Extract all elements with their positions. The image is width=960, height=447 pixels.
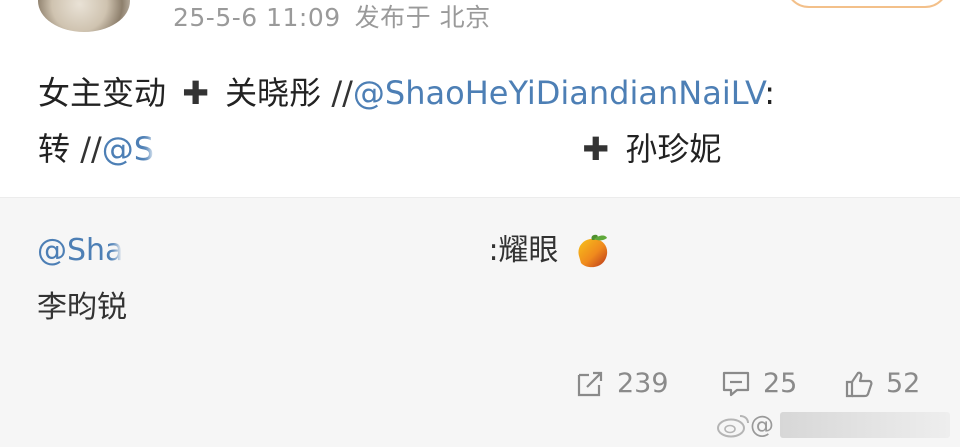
quote-line-1: @Sha :耀眼	[37, 225, 612, 273]
like-button[interactable]: 52	[844, 368, 920, 399]
avatar[interactable]	[38, 0, 130, 32]
text-segment: 女主变动	[38, 74, 167, 112]
text-segment: 关晓彤	[225, 74, 322, 112]
timestamp: 25-5-6 11:09	[173, 3, 341, 32]
post-meta: 25-5-6 11:09 发布于 北京	[173, 0, 491, 34]
mango-icon	[572, 232, 612, 272]
mention-link[interactable]: @ShaoHeYiDiandianNaiLV	[353, 74, 764, 112]
weibo-logo-icon	[717, 415, 749, 438]
post-text-line-2: 转 //@S ✚ 孙珍妮	[38, 124, 721, 171]
watermark-prefix: @	[750, 411, 774, 439]
redaction-mask	[123, 230, 489, 273]
quote-text: :耀眼	[488, 233, 559, 268]
watermark: @	[716, 411, 950, 439]
like-count: 52	[886, 368, 921, 399]
plus-icon: ✚	[182, 74, 209, 112]
action-bar: 239 25 52	[0, 368, 960, 408]
repost-button[interactable]: 239	[575, 368, 669, 399]
redaction-mask	[780, 412, 950, 438]
comment-button[interactable]: 25	[721, 368, 797, 399]
redaction-mask	[156, 131, 567, 171]
mention-link[interactable]: @Sha	[37, 233, 123, 268]
mention-link[interactable]: @S	[102, 130, 154, 168]
plus-icon: ✚	[582, 130, 610, 168]
colon: :	[764, 74, 776, 112]
text-segment: 转	[38, 130, 71, 168]
comment-count: 25	[763, 368, 798, 399]
comment-icon	[722, 371, 750, 396]
text-segment: 孙珍妮	[625, 130, 722, 168]
follow-button[interactable]	[785, 0, 949, 8]
repost-icon	[577, 371, 603, 396]
reposted-content[interactable]: @Sha :耀眼 李昀锐 239 25 52 @	[0, 197, 960, 447]
post-text-line-1: 女主变动 ✚ 关晓彤 //@ShaoHeYiDiandianNaiLV:	[38, 68, 775, 114]
repost-separator: //	[80, 130, 102, 168]
location: 发布于 北京	[354, 3, 491, 32]
repost-count: 239	[617, 368, 669, 399]
thumbs-up-icon	[845, 371, 873, 397]
quote-line-2: 李昀锐	[37, 290, 127, 325]
post-card: 25-5-6 11:09 发布于 北京 女主变动 ✚ 关晓彤 //@ShaoHeY…	[0, 0, 960, 197]
repost-separator: //	[331, 74, 353, 112]
